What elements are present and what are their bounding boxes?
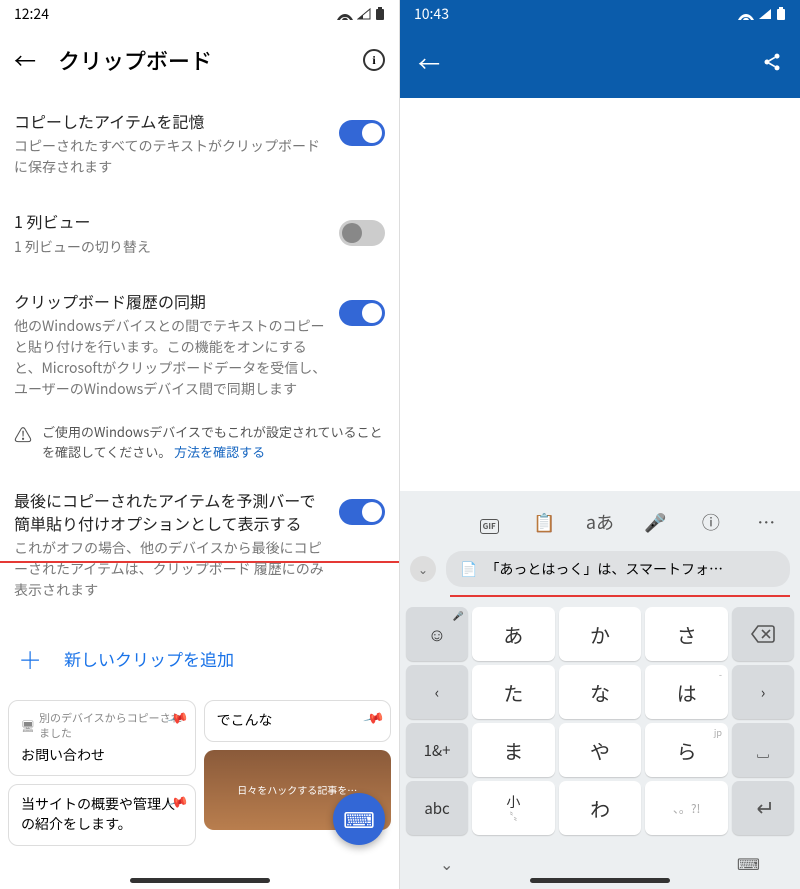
status-bar: 12:24 bbox=[0, 0, 399, 28]
key-na[interactable]: な bbox=[559, 665, 642, 719]
clipboard-icon[interactable]: 📋 bbox=[529, 509, 561, 535]
chevron-down-icon[interactable]: ⌄ bbox=[440, 851, 453, 875]
clip-card[interactable]: 当サイトの概要や管理人の紹介をします。 📌 bbox=[8, 784, 196, 845]
key-sa[interactable]: さ bbox=[645, 607, 728, 661]
nav-pill bbox=[530, 878, 670, 883]
clip-card[interactable]: でこんな 📌 bbox=[204, 700, 392, 742]
keyboard-toolbar: GIF 📋 aあ 🎤 ⓘ ⋯ bbox=[400, 501, 800, 547]
keyboard-keys: ☺🎤 あ か さ ‹ た な は- › 1&+ ま や らjp ␣ abc 小〝… bbox=[400, 597, 800, 841]
key-ha[interactable]: は- bbox=[645, 665, 728, 719]
setting-single-column[interactable]: 1 列ビュー 1 列ビューの切り替え bbox=[0, 194, 399, 273]
status-icons bbox=[738, 7, 786, 21]
clip-image-caption: 日々をハックする記事を… bbox=[237, 782, 357, 797]
info-icon[interactable]: i bbox=[363, 49, 385, 71]
add-clip-label: 新しいクリップを追加 bbox=[64, 646, 234, 671]
chevron-down-icon[interactable]: ⌄ bbox=[410, 556, 436, 582]
lang-icon[interactable]: aあ bbox=[584, 509, 616, 535]
clip-card[interactable]: 🖥別のデバイスからコピーされました お問い合わせ 📌 bbox=[8, 700, 196, 776]
keyboard-area: GIF 📋 aあ 🎤 ⓘ ⋯ ⌄ 📄 「あっとはっく」は、スマートフォ… ☺🎤 … bbox=[400, 491, 800, 889]
paste-icon: 📄 bbox=[460, 559, 477, 579]
setting-title: 最後にコピーされたアイテムを予測バーで簡単貼り付けオプションとして表示する bbox=[14, 489, 327, 534]
key-wa[interactable]: わ bbox=[559, 781, 642, 835]
setting-remember-items[interactable]: コピーしたアイテムを記憶 コピーされたすべてのテキストがクリップボードに保存され… bbox=[0, 94, 399, 194]
warning-row: ⚠ ご使用のWindowsデバイスでもこれが設定されていることを確認してください… bbox=[0, 416, 399, 481]
share-icon[interactable] bbox=[762, 47, 782, 79]
clip-text: でこんな bbox=[217, 711, 379, 731]
paste-suggestion-chip[interactable]: 📄 「あっとはっく」は、スマートフォ… bbox=[446, 551, 790, 587]
toggle-switch[interactable] bbox=[339, 499, 385, 525]
status-time: 12:24 bbox=[14, 4, 49, 24]
device-icon: 🖥 bbox=[21, 719, 35, 734]
mic-icon[interactable]: 🎤 bbox=[639, 509, 671, 535]
status-icons bbox=[337, 7, 385, 21]
setting-subtitle: 1 列ビューの切り替え bbox=[14, 237, 327, 258]
key-ra[interactable]: らjp bbox=[645, 723, 728, 777]
warning-link[interactable]: 方法を確認する bbox=[174, 442, 265, 461]
setting-prediction-bar[interactable]: 最後にコピーされたアイテムを予測バーで簡単貼り付けオプションとして表示する これ… bbox=[0, 481, 399, 617]
key-a[interactable]: あ bbox=[472, 607, 555, 661]
key-ya[interactable]: や bbox=[559, 723, 642, 777]
warning-icon: ⚠ bbox=[14, 422, 32, 461]
add-clip-button[interactable]: ＋ 新しいクリップを追加 bbox=[0, 617, 399, 700]
clip-text: お問い合わせ bbox=[21, 746, 183, 766]
setting-title: クリップボード履歴の同期 bbox=[14, 290, 327, 312]
info-icon[interactable]: ⓘ bbox=[695, 509, 727, 535]
plus-icon: ＋ bbox=[18, 641, 42, 676]
back-icon[interactable]: ← bbox=[14, 44, 36, 76]
nav-pill bbox=[130, 878, 270, 883]
mic-badge-icon: 🎤 bbox=[453, 609, 464, 622]
key-abc[interactable]: abc bbox=[406, 781, 468, 835]
toggle-switch[interactable] bbox=[339, 300, 385, 326]
key-backspace[interactable] bbox=[732, 607, 794, 661]
key-symbols[interactable]: 1&+ bbox=[406, 723, 468, 777]
key-right[interactable]: › bbox=[732, 665, 794, 719]
setting-sync-history[interactable]: クリップボード履歴の同期 他のWindowsデバイスとの間でテキストのコピーと貼… bbox=[0, 274, 399, 416]
keyboard-fab[interactable]: ⌨ bbox=[333, 793, 385, 845]
setting-subtitle: これがオフの場合、他のデバイスから最後にコピーされたアイテムは、クリップボード … bbox=[14, 538, 327, 601]
key-ma[interactable]: ま bbox=[472, 723, 555, 777]
status-bar: 10:43 bbox=[400, 0, 800, 28]
setting-subtitle: 他のWindowsデバイスとの間でテキストのコピーと貼り付けを行います。この機能… bbox=[14, 316, 327, 400]
key-left[interactable]: ‹ bbox=[406, 665, 468, 719]
more-icon[interactable]: ⋯ bbox=[750, 509, 782, 535]
suggestion-row: ⌄ 📄 「あっとはっく」は、スマートフォ… bbox=[400, 547, 800, 593]
setting-subtitle: コピーされたすべてのテキストがクリップボードに保存されます bbox=[14, 136, 327, 178]
toggle-switch[interactable] bbox=[339, 120, 385, 146]
toggle-switch[interactable] bbox=[339, 220, 385, 246]
key-space[interactable]: ␣ bbox=[732, 723, 794, 777]
key-enter[interactable] bbox=[732, 781, 794, 835]
app-header: ← bbox=[400, 28, 800, 98]
keyboard-mode-icon[interactable]: ⌨ bbox=[737, 851, 760, 875]
keyboard-icon: ⌨ bbox=[343, 803, 375, 835]
key-emoji[interactable]: ☺🎤 bbox=[406, 607, 468, 661]
gif-icon[interactable]: GIF bbox=[473, 509, 505, 535]
clip-text: 当サイトの概要や管理人の紹介をします。 bbox=[21, 795, 183, 834]
setting-title: コピーしたアイテムを記憶 bbox=[14, 110, 327, 132]
key-small[interactable]: 小〝〟 bbox=[472, 781, 555, 835]
page-title: クリップボード bbox=[58, 44, 341, 76]
key-ka[interactable]: か bbox=[559, 607, 642, 661]
app-header: ← クリップボード i bbox=[0, 28, 399, 94]
setting-title: 1 列ビュー bbox=[14, 210, 327, 232]
back-icon[interactable]: ← bbox=[418, 47, 440, 79]
key-punct[interactable]: 、。?! bbox=[645, 781, 728, 835]
key-ta[interactable]: た bbox=[472, 665, 555, 719]
suggestion-text: 「あっとはっく」は、スマートフォ… bbox=[485, 559, 723, 579]
status-time: 10:43 bbox=[414, 4, 449, 24]
